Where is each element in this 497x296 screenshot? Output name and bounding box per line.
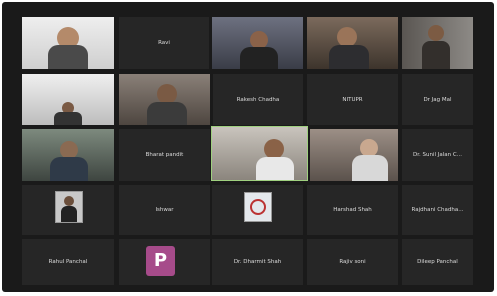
participant-tile-6[interactable] [22,74,114,125]
meeting-gallery: Ravi Rakesh Chadha NITUPR Dr Jag Mal Bha… [2,2,494,292]
participant-name: Dr. Sunil Jalan C... [413,152,462,158]
participant-video [310,129,398,181]
participant-video [402,17,473,69]
participant-tile-21[interactable]: Rahul Panchal [22,239,114,285]
participant-video [22,74,114,125]
participant-tile-25[interactable]: Dileep Panchal [402,239,473,285]
participant-tile-18[interactable] [212,185,303,235]
participant-tile-10[interactable]: Dr Jag Mal [402,74,473,125]
participant-name: Rajiv soni [339,259,366,265]
participant-name: Rajdhani Chadha... [411,207,464,213]
participant-tile-19[interactable]: Harshad Shah [307,185,398,235]
participant-avatar: P [146,246,175,276]
participant-tile-7[interactable] [119,74,210,125]
participant-tile-15[interactable]: Dr. Sunil Jalan C... [402,129,473,181]
participant-video [212,127,307,180]
participant-video [22,17,114,69]
participant-tile-23[interactable]: Dr. Dharmit Shah [212,239,303,285]
participant-tile-3[interactable] [212,17,303,69]
participant-video [212,17,303,69]
participant-tile-22[interactable]: P [119,239,210,285]
participant-video [307,17,398,69]
participant-tile-4[interactable] [307,17,398,69]
participant-name: Bharat pandit [145,152,184,158]
participant-tile-9[interactable]: NITUPR [307,74,398,125]
participant-tile-24[interactable]: Rajiv soni [307,239,398,285]
participant-tile-13[interactable] [211,126,308,181]
participant-tile-5[interactable] [402,17,473,69]
participant-photo [55,191,83,223]
participant-name: Dr. Dharmit Shah [233,259,282,265]
participant-tile-2[interactable]: Ravi [119,17,209,69]
participant-name: Rahul Panchal [48,259,88,265]
participant-name: Ishwar [155,207,174,213]
participant-video [119,74,210,125]
participant-tile-20[interactable]: Rajdhani Chadha... [402,185,473,235]
participant-tile-8[interactable]: Rakesh Chadha [213,74,303,125]
participant-tile-1[interactable] [22,17,114,69]
participant-name: Dr Jag Mal [423,96,452,103]
participant-tile-16[interactable] [22,185,114,235]
participant-tile-17[interactable]: Ishwar [119,185,210,235]
participant-name: Rakesh Chadha [236,96,280,103]
participant-video [22,129,114,181]
participant-name: Harshad Shah [333,207,372,213]
participant-name: Dileep Panchal [417,259,458,265]
participant-name: Ravi [158,40,170,46]
participant-photo [244,192,272,222]
participant-tile-14[interactable] [310,129,398,181]
participant-tile-12[interactable]: Bharat pandit [119,129,210,181]
participant-name: NITUPR [342,96,363,103]
participant-tile-11[interactable] [22,129,114,181]
